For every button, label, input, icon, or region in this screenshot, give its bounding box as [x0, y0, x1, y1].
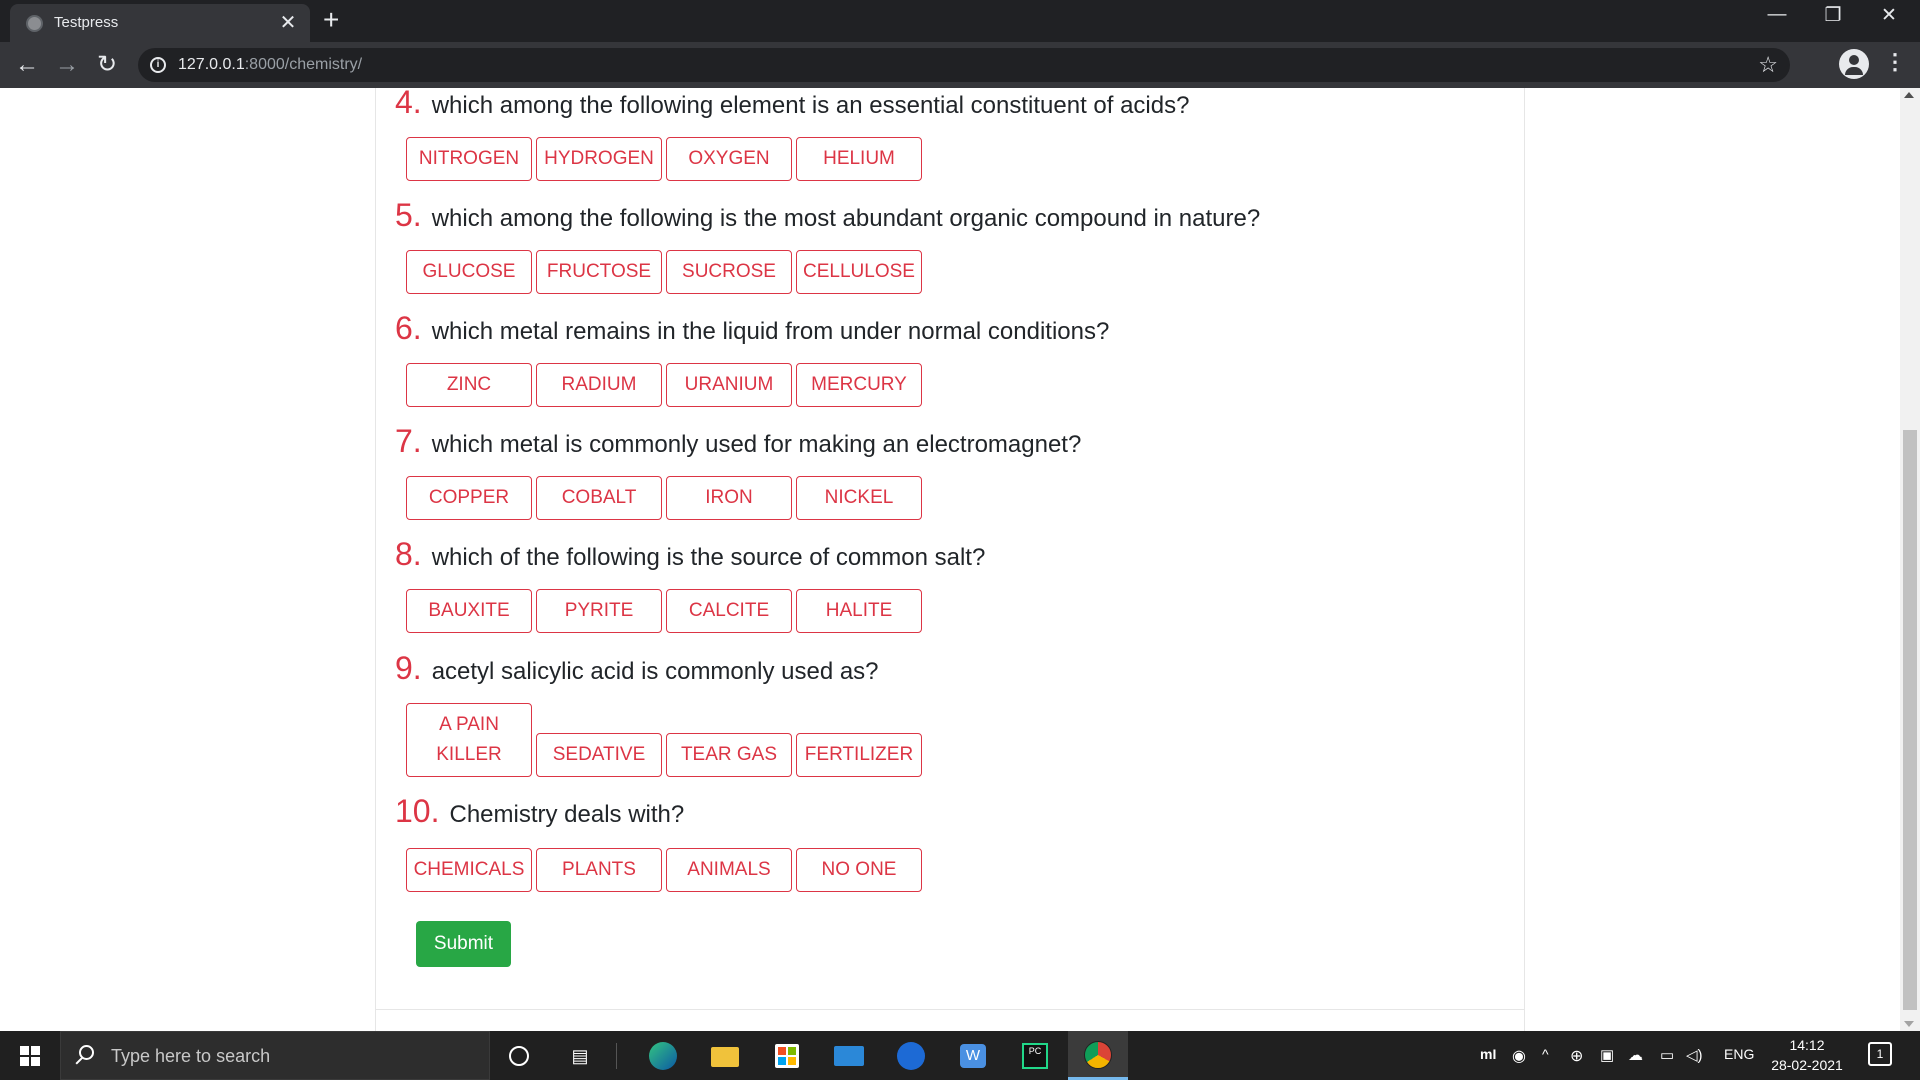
- question-9: 9. acetyl salicylic acid is commonly used…: [395, 650, 879, 686]
- taskbar-divider: [616, 1043, 617, 1069]
- forward-arrow-icon[interactable]: →: [50, 48, 84, 82]
- microsoft-store-icon[interactable]: [770, 1039, 804, 1073]
- minimize-icon[interactable]: —: [1754, 4, 1800, 26]
- clock-time: 14:12: [1789, 1037, 1825, 1053]
- answer-option[interactable]: GLUCOSE: [406, 250, 532, 294]
- options-row: GLUCOSE FRUCTOSE SUCROSE CELLULOSE: [395, 222, 935, 294]
- task-view-icon[interactable]: ▤: [563, 1039, 597, 1073]
- answer-option[interactable]: PYRITE: [536, 589, 662, 633]
- answer-option[interactable]: FERTILIZER: [796, 733, 922, 777]
- answer-option[interactable]: BAUXITE: [406, 589, 532, 633]
- network-globe-icon[interactable]: ⊕: [1570, 1046, 1583, 1066]
- url-path: :8000/chemistry/: [244, 56, 363, 73]
- answer-option[interactable]: FRUCTOSE: [536, 250, 662, 294]
- answer-option[interactable]: CELLULOSE: [796, 250, 922, 294]
- bookmark-star-icon[interactable]: ☆: [1758, 52, 1778, 78]
- url-host: 127.0.0.1: [178, 56, 245, 73]
- show-hidden-icons-chevron-icon[interactable]: ^: [1542, 1046, 1549, 1062]
- answer-option[interactable]: RADIUM: [536, 363, 662, 407]
- options-row: ZINC RADIUM URANIUM MERCURY: [395, 335, 935, 407]
- app-blue-icon[interactable]: [894, 1039, 928, 1073]
- answer-option[interactable]: OXYGEN: [666, 137, 792, 181]
- device-icon[interactable]: ▣: [1600, 1046, 1614, 1064]
- scroll-thumb[interactable]: [1903, 430, 1917, 1010]
- wps-office-icon[interactable]: W: [956, 1039, 990, 1073]
- answer-option[interactable]: CHEMICALS: [406, 848, 532, 892]
- options-row: CHEMICALS PLANTS ANIMALS NO ONE: [395, 820, 935, 892]
- notification-count: 1: [1876, 1047, 1884, 1061]
- answer-option[interactable]: URANIUM: [666, 363, 792, 407]
- taskbar-search-box[interactable]: Type here to search: [60, 1031, 490, 1080]
- address-bar[interactable]: i 127.0.0.1:8000/chemistry/ ☆: [138, 48, 1790, 82]
- back-arrow-icon[interactable]: ←: [10, 48, 44, 82]
- scroll-up-arrow-icon[interactable]: [1904, 92, 1914, 98]
- battery-icon[interactable]: ▭: [1660, 1046, 1674, 1064]
- scroll-down-arrow-icon[interactable]: [1904, 1021, 1914, 1027]
- answer-option[interactable]: A PAIN KILLER: [406, 703, 532, 777]
- answer-option[interactable]: SEDATIVE: [536, 733, 662, 777]
- answer-option[interactable]: HYDROGEN: [536, 137, 662, 181]
- answer-option[interactable]: CALCITE: [666, 589, 792, 633]
- search-placeholder: Type here to search: [111, 1046, 271, 1066]
- answer-option[interactable]: TEAR GAS: [666, 733, 792, 777]
- clock-date: 28-02-2021: [1771, 1057, 1843, 1073]
- chrome-icon[interactable]: [1068, 1031, 1128, 1080]
- answer-option[interactable]: HELIUM: [796, 137, 922, 181]
- submit-button[interactable]: Submit: [416, 921, 511, 967]
- answer-option[interactable]: NICKEL: [796, 476, 922, 520]
- answer-option[interactable]: COPPER: [406, 476, 532, 520]
- globe-icon: [26, 15, 43, 32]
- answer-option[interactable]: ANIMALS: [666, 848, 792, 892]
- question-number: 9: [395, 650, 413, 686]
- answer-option[interactable]: SUCROSE: [666, 250, 792, 294]
- answer-option[interactable]: IRON: [666, 476, 792, 520]
- file-explorer-icon[interactable]: [708, 1039, 742, 1073]
- cloud-icon[interactable]: ☁: [1628, 1046, 1643, 1064]
- edge-browser-icon[interactable]: [646, 1039, 680, 1073]
- tab-title: Testpress: [54, 14, 119, 31]
- taskbar-clock[interactable]: 14:12 28-02-2021: [1762, 1035, 1852, 1075]
- answer-option[interactable]: HALITE: [796, 589, 922, 633]
- answer-option[interactable]: NO ONE: [796, 848, 922, 892]
- more-menu-icon[interactable]: ⋮: [1884, 49, 1906, 75]
- answer-option[interactable]: MERCURY: [796, 363, 922, 407]
- browser-tab[interactable]: Testpress ✕: [10, 4, 310, 42]
- windows-start-icon[interactable]: [20, 1046, 40, 1066]
- windows-taskbar: Type here to search ▤ W PC mI ◉ ^ ⊕ ▣ ☁ …: [0, 1031, 1920, 1080]
- pycharm-icon[interactable]: PC: [1018, 1039, 1052, 1073]
- url-text[interactable]: 127.0.0.1:8000/chemistry/: [178, 56, 362, 74]
- language-indicator[interactable]: ENG: [1724, 1046, 1754, 1062]
- window-close-icon[interactable]: ✕: [1866, 4, 1912, 27]
- question-text: acetyl salicylic acid is commonly used a…: [431, 658, 879, 685]
- browser-toolbar: ← → ↻ i 127.0.0.1:8000/chemistry/ ☆ ⋮: [0, 42, 1920, 88]
- question-list: 4. which among the following element is a…: [375, 88, 1525, 1031]
- options-row: NITROGEN HYDROGEN OXYGEN HELIUM: [395, 109, 935, 181]
- answer-option[interactable]: NITROGEN: [406, 137, 532, 181]
- mail-icon[interactable]: [832, 1039, 866, 1073]
- options-row: COPPER COBALT IRON NICKEL: [395, 448, 935, 520]
- new-tab-button[interactable]: +: [323, 4, 339, 36]
- restore-icon[interactable]: ❐: [1810, 4, 1856, 27]
- reload-icon[interactable]: ↻: [90, 48, 124, 82]
- mi-tray-icon[interactable]: mI: [1480, 1046, 1496, 1062]
- options-row: A PAIN KILLER SEDATIVE TEAR GAS FERTILIZ…: [395, 703, 935, 777]
- cortana-icon[interactable]: [502, 1039, 536, 1073]
- tray-app-icon[interactable]: ◉: [1512, 1046, 1526, 1066]
- notification-center-icon[interactable]: 1: [1868, 1042, 1892, 1066]
- profile-avatar-icon[interactable]: [1839, 49, 1869, 79]
- page-scrollbar[interactable]: [1900, 88, 1920, 1031]
- page-viewport: 4. which among the following element is a…: [0, 88, 1900, 1031]
- answer-option[interactable]: ZINC: [406, 363, 532, 407]
- close-tab-icon[interactable]: ✕: [276, 10, 300, 35]
- browser-tab-bar: Testpress ✕ + — ❐ ✕: [0, 0, 1920, 42]
- answer-option[interactable]: PLANTS: [536, 848, 662, 892]
- volume-icon[interactable]: ◁): [1686, 1046, 1703, 1064]
- info-icon[interactable]: i: [150, 57, 166, 73]
- answer-option[interactable]: COBALT: [536, 476, 662, 520]
- search-icon: [79, 1045, 94, 1060]
- options-row: BAUXITE PYRITE CALCITE HALITE: [395, 561, 935, 633]
